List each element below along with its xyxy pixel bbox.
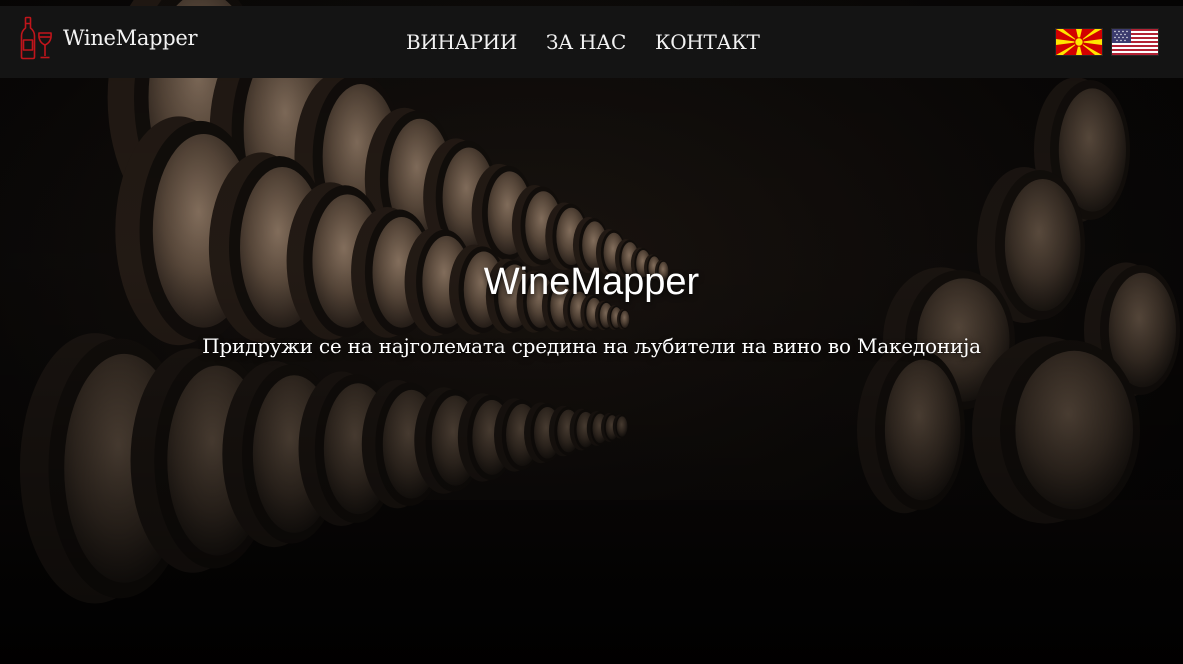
navbar: WineMapper ВИНАРИИ ЗА НАС КОНТАКТ xyxy=(0,6,1183,78)
language-switcher xyxy=(1056,29,1158,55)
nav-links: ВИНАРИИ ЗА НАС КОНТАКТ xyxy=(406,6,789,78)
nav-link-wineries[interactable]: ВИНАРИИ xyxy=(406,30,517,54)
macedonian-flag-icon[interactable] xyxy=(1056,29,1102,55)
hero-subtitle: Придружи се на најголемата средина на љу… xyxy=(202,334,981,358)
nav-link-contact[interactable]: КОНТАКТ xyxy=(655,30,760,54)
hero-title: WineMapper xyxy=(483,261,700,303)
nav-link-about[interactable]: ЗА НАС xyxy=(546,30,626,54)
brand-name: WineMapper xyxy=(63,26,198,50)
brand-link[interactable]: WineMapper xyxy=(20,16,198,60)
wine-bottle-glass-icon xyxy=(20,16,52,60)
us-flag-icon[interactable] xyxy=(1112,29,1158,55)
